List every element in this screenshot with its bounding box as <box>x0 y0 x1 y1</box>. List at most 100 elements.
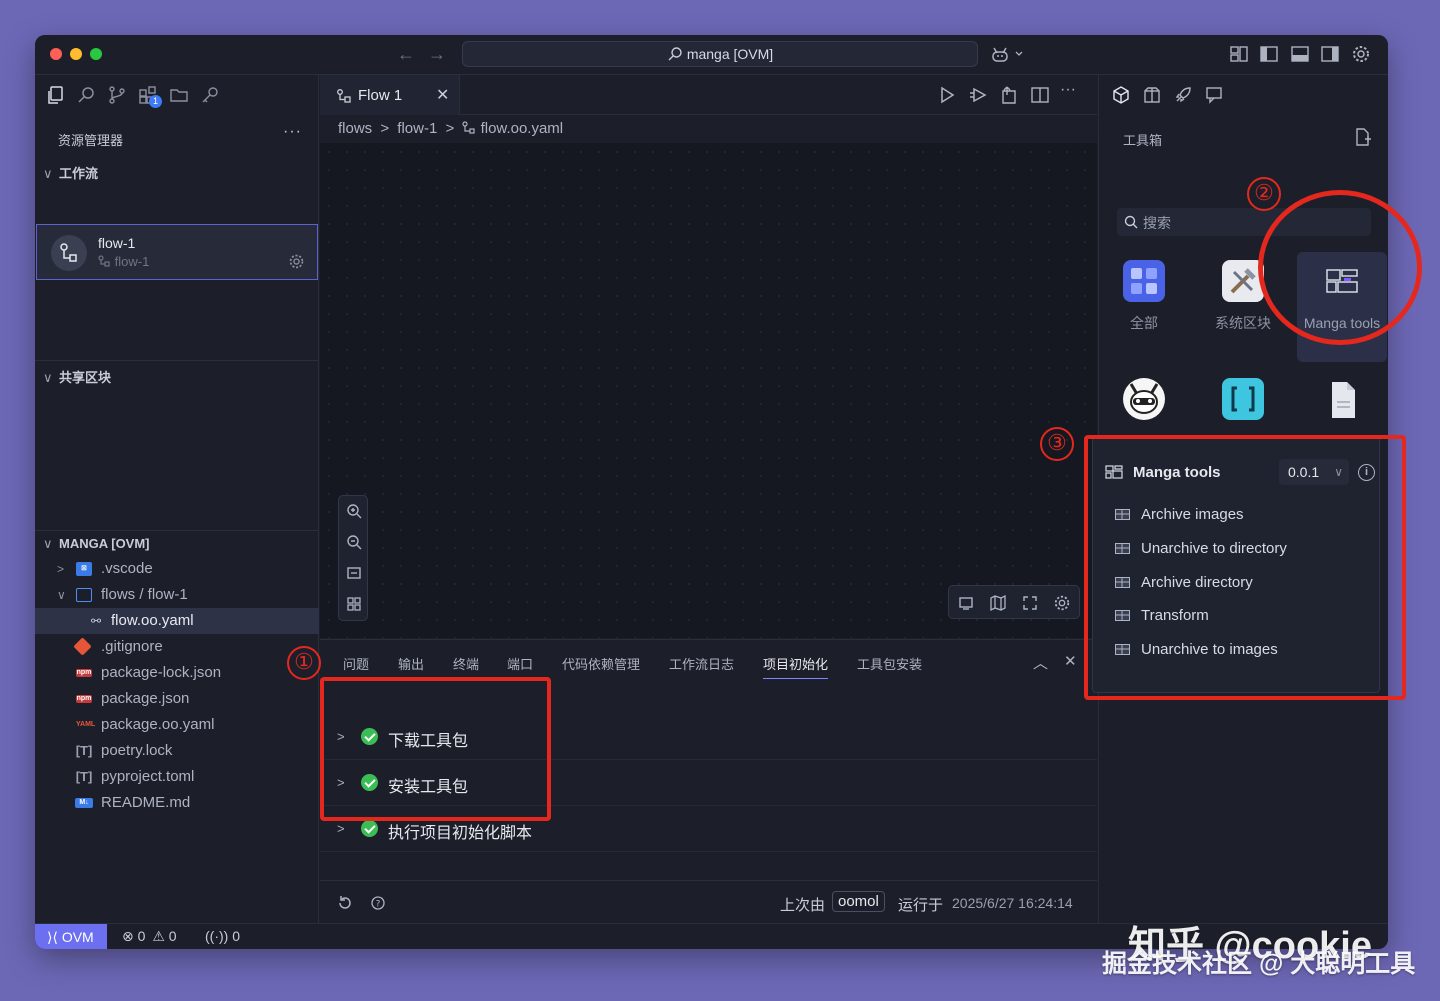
npm-icon: npm <box>76 669 92 677</box>
explorer-sidebar: 1 资源管理器 ··· ∨ 工作流 flow-1 flow-1 ∨ 共享区块 ∨… <box>35 75 319 923</box>
tree-item-label: README.md <box>101 794 191 811</box>
tree-item-flows[interactable]: ∨ flows / flow-1 <box>35 582 319 608</box>
close-panel-icon[interactable]: ✕ <box>1064 652 1077 670</box>
annotation-number-3: ③ <box>1040 427 1074 461</box>
workflow-section-header[interactable]: ∨ 工作流 <box>43 163 98 182</box>
npm-icon: npm <box>76 695 92 703</box>
problems-indicator[interactable]: ⊗ 0 ⚠ 0 <box>122 928 177 945</box>
toolbox-title: 工具箱 <box>1123 133 1163 148</box>
vscode-folder-icon: ⊠ <box>76 562 92 576</box>
ran-at-label: 运行于 <box>898 897 944 914</box>
close-tab-icon[interactable]: ✕ <box>436 85 449 105</box>
flow-file-icon: ⚯ <box>90 614 102 628</box>
tree-item-label: pyproject.toml <box>101 768 195 785</box>
command-search-bar[interactable]: manga [OVM] <box>462 41 978 67</box>
panel-tab-ports[interactable]: 端口 <box>507 654 533 673</box>
flow-settings-gear-icon[interactable] <box>288 253 305 270</box>
flow-small-icon <box>98 255 110 267</box>
panel-tab-dependencies[interactable]: 代码依赖管理 <box>562 654 640 673</box>
panel-tab-problems[interactable]: 问题 <box>343 654 369 673</box>
breadcrumb-item[interactable]: flow-1 <box>397 120 437 137</box>
run-user-chip: oomol <box>832 891 885 912</box>
key-icon[interactable] <box>200 85 220 105</box>
flow-subtitle: flow-1 <box>98 254 149 269</box>
folder-icon[interactable] <box>169 85 189 105</box>
package-icon[interactable] <box>1142 85 1162 105</box>
search-placeholder: 搜索 <box>1143 215 1171 231</box>
tree-item-vscode[interactable]: > ⊠ .vscode <box>35 556 319 582</box>
tree-item-package-json[interactable]: npm package.json <box>35 686 319 712</box>
chevron-right-icon: > <box>337 821 345 836</box>
help-icon[interactable]: ? <box>370 895 386 911</box>
ports-indicator[interactable]: ((·)) 0 <box>205 928 240 944</box>
breadcrumb-item[interactable]: flows <box>338 120 372 137</box>
error-icon: ⊗ <box>122 928 134 944</box>
tree-item-gitignore[interactable]: .gitignore <box>35 634 319 660</box>
panel-tab-workflow-log[interactable]: 工作流日志 <box>669 654 734 673</box>
chevron-down-icon: ∨ <box>57 588 66 602</box>
svg-text:?: ? <box>376 900 381 910</box>
tree-item-poetry-lock[interactable]: [T] poetry.lock <box>35 738 319 764</box>
toggle-panel-icon[interactable] <box>1290 44 1310 64</box>
layout-nodes-icon[interactable] <box>345 595 363 613</box>
tab-flow-1[interactable]: Flow 1 ✕ <box>320 75 460 115</box>
more-actions-button[interactable]: ··· <box>283 123 302 141</box>
tree-item-label: flow.oo.yaml <box>111 612 194 629</box>
tree-item-package-oo-yaml[interactable]: YAML package.oo.yaml <box>35 712 319 738</box>
panel-tab-package-install[interactable]: 工具包安装 <box>857 654 922 673</box>
export-icon[interactable] <box>999 85 1019 105</box>
tree-item-label: .vscode <box>101 560 153 577</box>
split-editor-icon[interactable] <box>1030 85 1050 105</box>
new-block-icon[interactable] <box>1352 127 1372 147</box>
panel-tab-project-init[interactable]: 项目初始化 <box>763 654 829 679</box>
cube-icon[interactable] <box>1111 85 1131 105</box>
panel-tab-output[interactable]: 输出 <box>398 654 424 673</box>
maximize-window-button[interactable] <box>90 48 102 60</box>
minimap-icon[interactable] <box>989 594 1007 612</box>
tree-item-package-lock[interactable]: npm package-lock.json <box>35 660 319 686</box>
tree-item-pyproject[interactable]: [T] pyproject.toml <box>35 764 319 790</box>
back-arrow-icon[interactable]: ← <box>397 44 415 65</box>
category-all[interactable]: 全部 <box>1099 252 1189 362</box>
fit-view-icon[interactable] <box>345 564 363 582</box>
flow-card[interactable]: flow-1 flow-1 <box>36 224 318 280</box>
run-play-icon[interactable] <box>937 85 957 105</box>
toggle-secondary-sidebar-icon[interactable] <box>1320 44 1340 64</box>
shared-section-header[interactable]: ∨ 共享区块 <box>43 367 111 386</box>
forward-arrow-icon[interactable]: → <box>428 44 446 65</box>
ports-count: 0 <box>232 928 240 944</box>
chat-icon[interactable] <box>1204 85 1224 105</box>
panel-tab-terminal[interactable]: 终端 <box>453 654 479 673</box>
explorer-files-icon[interactable] <box>45 85 65 105</box>
toml-icon: [T] <box>75 743 93 758</box>
flow-canvas[interactable] <box>320 143 1097 638</box>
editor-tab-bar: Flow 1 ✕ ··· <box>320 75 1097 115</box>
fullscreen-icon[interactable] <box>1021 594 1039 612</box>
zoom-out-icon[interactable] <box>345 533 363 551</box>
minimize-window-button[interactable] <box>70 48 82 60</box>
search-icon[interactable] <box>76 85 96 105</box>
remote-env-indicator[interactable]: ⟩⟨ OVM <box>35 924 107 949</box>
rocket-icon[interactable] <box>1173 85 1193 105</box>
source-control-icon[interactable] <box>107 85 127 105</box>
sidebar-title: 资源管理器 <box>58 133 124 148</box>
tree-item-flow-yaml[interactable]: ⚯ flow.oo.yaml <box>35 608 319 634</box>
zoom-in-icon[interactable] <box>345 502 363 520</box>
editor-more-icon[interactable]: ··· <box>1060 81 1076 99</box>
maximize-panel-icon[interactable]: ︿ <box>1033 652 1048 673</box>
layout-customize-icon[interactable] <box>1229 44 1249 64</box>
comment-icon[interactable] <box>957 594 975 612</box>
breadcrumb-item[interactable]: flow.oo.yaml <box>481 120 564 137</box>
close-window-button[interactable] <box>50 48 62 60</box>
copilot-icon[interactable] <box>990 44 1028 64</box>
yaml-icon: YAML <box>76 721 96 728</box>
tree-item-label: poetry.lock <box>101 742 173 759</box>
breadcrumb-separator: > <box>445 120 455 137</box>
run-from-icon[interactable] <box>968 85 988 105</box>
toggle-primary-sidebar-icon[interactable] <box>1259 44 1279 64</box>
rerun-icon[interactable] <box>337 895 353 911</box>
project-section-header[interactable]: ∨ MANGA [OVM] <box>43 536 150 552</box>
settings-gear-icon[interactable] <box>1351 44 1371 64</box>
tree-item-readme[interactable]: M↓ README.md <box>35 790 319 816</box>
canvas-settings-gear-icon[interactable] <box>1053 594 1071 612</box>
